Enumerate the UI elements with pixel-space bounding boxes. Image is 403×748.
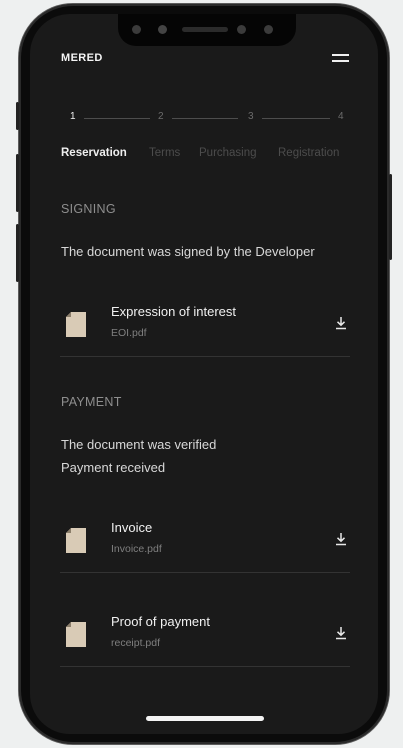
download-icon[interactable] xyxy=(334,316,348,330)
signing-section-title: SIGNING xyxy=(61,202,116,216)
volume-down-button xyxy=(16,224,19,282)
sensor-dot xyxy=(264,25,273,34)
brand-logo: MERED xyxy=(61,52,103,64)
step-number-1: 1 xyxy=(70,111,76,122)
app-header: MERED xyxy=(61,51,349,67)
payment-section-title: PAYMENT xyxy=(61,395,122,409)
sensor-dot xyxy=(132,25,141,34)
tab-reservation[interactable]: Reservation xyxy=(61,147,127,159)
progress-stepper: 1 2 3 4 xyxy=(62,111,348,125)
document-row-invoice[interactable]: Invoice Invoice.pdf xyxy=(60,508,350,573)
document-title: Expression of interest xyxy=(111,304,237,319)
signing-status: The document was signed by the Developer xyxy=(61,244,315,259)
document-file-icon xyxy=(66,312,86,337)
mute-switch xyxy=(16,102,19,130)
document-title: Invoice xyxy=(111,520,153,535)
document-row-proof-of-payment[interactable]: Proof of payment receipt.pdf xyxy=(60,602,350,667)
volume-up-button xyxy=(16,154,19,212)
step-connector xyxy=(262,118,330,119)
document-filename: EOI.pdf xyxy=(111,327,147,339)
step-connector xyxy=(172,118,238,119)
document-file-icon xyxy=(66,528,86,553)
tab-terms[interactable]: Terms xyxy=(149,147,180,159)
payment-status-line: Payment received xyxy=(61,460,166,475)
download-icon[interactable] xyxy=(334,626,348,640)
step-number-4: 4 xyxy=(338,111,344,122)
tab-purchasing[interactable]: Purchasing xyxy=(199,147,257,159)
download-icon[interactable] xyxy=(334,532,348,546)
camera-notch xyxy=(118,14,296,46)
tab-registration[interactable]: Registration xyxy=(278,147,339,159)
app-screen: MERED 1 2 3 4 Reservation Terms Purchasi… xyxy=(30,14,378,734)
document-row-eoi[interactable]: Expression of interest EOI.pdf xyxy=(60,292,350,357)
hamburger-menu-icon[interactable] xyxy=(332,54,349,64)
camera-dot xyxy=(158,25,167,34)
document-filename: receipt.pdf xyxy=(111,637,161,649)
speaker-grille xyxy=(182,27,228,32)
step-connector xyxy=(84,118,150,119)
step-number-2: 2 xyxy=(158,111,164,122)
step-tabs: Reservation Terms Purchasing Registratio… xyxy=(61,147,361,163)
document-file-icon xyxy=(66,622,86,647)
payment-status-line: The document was verified xyxy=(61,437,217,452)
power-button xyxy=(389,174,392,260)
sensor-dot xyxy=(237,25,246,34)
document-filename: Invoice.pdf xyxy=(111,543,162,555)
document-title: Proof of payment xyxy=(111,614,210,629)
home-indicator[interactable] xyxy=(146,716,264,721)
step-number-3: 3 xyxy=(248,111,254,122)
